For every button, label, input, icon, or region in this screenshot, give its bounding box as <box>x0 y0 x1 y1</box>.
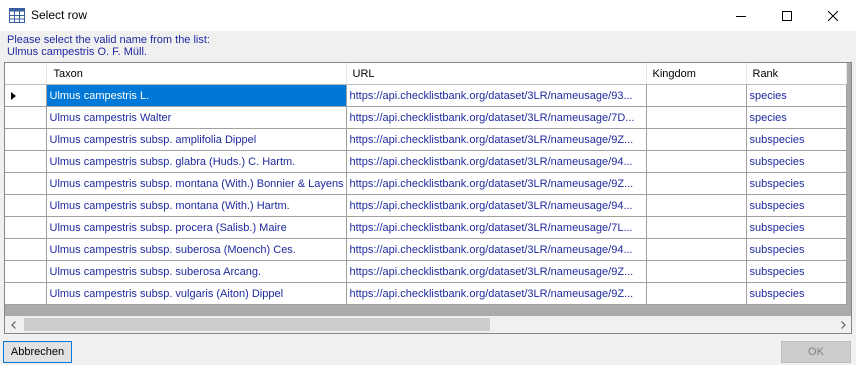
scroll-left-button[interactable] <box>5 316 22 333</box>
cell-rank[interactable]: subspecies <box>746 282 847 305</box>
cell-taxon[interactable]: Ulmus campestris subsp. montana (With.) … <box>46 172 347 195</box>
cell-kingdom[interactable] <box>646 150 747 173</box>
cell-taxon[interactable]: Ulmus campestris L. <box>46 84 347 107</box>
cell-url[interactable]: https://api.checklistbank.org/dataset/3L… <box>346 150 647 173</box>
header-row: Taxon URL Kingdom Rank <box>5 63 847 85</box>
cell-kingdom[interactable] <box>646 84 747 107</box>
cell-taxon[interactable]: Ulmus campestris subsp. procera (Salisb.… <box>46 216 347 239</box>
instruction-text: Please select the valid name from the li… <box>7 34 210 58</box>
minimize-button[interactable] <box>718 0 764 31</box>
corner-header[interactable] <box>5 63 47 85</box>
cell-rank[interactable]: subspecies <box>746 150 847 173</box>
column-header-taxon[interactable]: Taxon <box>46 63 347 85</box>
cell-url[interactable]: https://api.checklistbank.org/dataset/3L… <box>346 128 647 151</box>
table-row[interactable]: Ulmus campestris Walter https://api.check… <box>5 106 847 129</box>
current-row-arrow-icon <box>11 92 16 100</box>
column-header-rank[interactable]: Rank <box>746 63 847 85</box>
cancel-button[interactable]: Abbrechen <box>3 341 72 363</box>
cell-url[interactable]: https://api.checklistbank.org/dataset/3L… <box>346 216 647 239</box>
maximize-button[interactable] <box>764 0 810 31</box>
table-row[interactable]: Ulmus campestris subsp. glabra (Huds.) C… <box>5 150 847 173</box>
cell-kingdom[interactable] <box>646 282 747 305</box>
cell-kingdom[interactable] <box>646 172 747 195</box>
cell-taxon[interactable]: Ulmus campestris Walter <box>46 106 347 129</box>
cell-rank[interactable]: subspecies <box>746 172 847 195</box>
cell-kingdom[interactable] <box>646 238 747 261</box>
cell-kingdom[interactable] <box>646 194 747 217</box>
row-header[interactable] <box>5 172 47 195</box>
title-bar: Select row <box>0 0 856 31</box>
cell-taxon[interactable]: Ulmus campestris subsp. amplifolia Dippe… <box>46 128 347 151</box>
cell-taxon[interactable]: Ulmus campestris subsp. suberosa (Moench… <box>46 238 347 261</box>
cell-url[interactable]: https://api.checklistbank.org/dataset/3L… <box>346 238 647 261</box>
row-header[interactable] <box>5 106 47 129</box>
cell-url[interactable]: https://api.checklistbank.org/dataset/3L… <box>346 106 647 129</box>
cell-rank[interactable]: subspecies <box>746 194 847 217</box>
cell-kingdom[interactable] <box>646 216 747 239</box>
chevron-left-icon <box>10 320 16 329</box>
table-row[interactable]: Ulmus campestris subsp. montana (With.) … <box>5 172 847 195</box>
name-to-resolve: Ulmus campestris O. F. Müll. <box>7 46 147 58</box>
table-row[interactable]: Ulmus campestris L. https://api.checklist… <box>5 84 847 107</box>
cell-rank[interactable]: subspecies <box>746 216 847 239</box>
cell-rank[interactable]: species <box>746 106 847 129</box>
row-header[interactable] <box>5 260 47 283</box>
horizontal-scrollbar[interactable] <box>4 316 852 333</box>
grid-body: Ulmus campestris L. https://api.checklist… <box>5 84 847 305</box>
cell-rank[interactable]: species <box>746 84 847 107</box>
scrollbar-thumb[interactable] <box>24 318 490 331</box>
table-row[interactable]: Ulmus campestris subsp. vulgaris (Aiton)… <box>5 282 847 305</box>
cell-url[interactable]: https://api.checklistbank.org/dataset/3L… <box>346 84 647 107</box>
cell-url[interactable]: https://api.checklistbank.org/dataset/3L… <box>346 194 647 217</box>
cell-url[interactable]: https://api.checklistbank.org/dataset/3L… <box>346 172 647 195</box>
cell-url[interactable]: https://api.checklistbank.org/dataset/3L… <box>346 282 647 305</box>
table-row[interactable]: Ulmus campestris subsp. suberosa (Moench… <box>5 238 847 261</box>
grid-table: Taxon URL Kingdom Rank Ulmus campestris … <box>5 63 847 305</box>
cell-rank[interactable]: subspecies <box>746 128 847 151</box>
instruction-line: Please select the valid name from the li… <box>7 34 210 46</box>
cell-taxon[interactable]: Ulmus campestris subsp. montana (With.) … <box>46 194 347 217</box>
table-row[interactable]: Ulmus campestris subsp. suberosa Arcang.… <box>5 260 847 283</box>
cell-taxon[interactable]: Ulmus campestris subsp. vulgaris (Aiton)… <box>46 282 347 305</box>
chevron-right-icon <box>840 320 846 329</box>
window-title: Select row <box>31 8 88 22</box>
ok-button[interactable]: OK <box>781 341 851 363</box>
table-row[interactable]: Ulmus campestris subsp. amplifolia Dippe… <box>5 128 847 151</box>
row-header[interactable] <box>5 282 47 305</box>
close-icon <box>828 10 838 21</box>
row-header[interactable] <box>5 150 47 173</box>
close-button[interactable] <box>810 0 856 31</box>
cell-url[interactable]: https://api.checklistbank.org/dataset/3L… <box>346 260 647 283</box>
cell-kingdom[interactable] <box>646 106 747 129</box>
cell-kingdom[interactable] <box>646 128 747 151</box>
table-row[interactable]: Ulmus campestris subsp. montana (With.) … <box>5 194 847 217</box>
cell-taxon[interactable]: Ulmus campestris subsp. glabra (Huds.) C… <box>46 150 347 173</box>
cell-kingdom[interactable] <box>646 260 747 283</box>
table-row[interactable]: Ulmus campestris subsp. procera (Salisb.… <box>5 216 847 239</box>
cell-taxon[interactable]: Ulmus campestris subsp. suberosa Arcang. <box>46 260 347 283</box>
scroll-right-button[interactable] <box>834 316 851 333</box>
maximize-icon <box>782 10 792 21</box>
minimize-icon <box>736 15 746 17</box>
data-grid[interactable]: Taxon URL Kingdom Rank Ulmus campestris … <box>4 62 852 334</box>
column-header-kingdom[interactable]: Kingdom <box>646 63 747 85</box>
cell-rank[interactable]: subspecies <box>746 260 847 283</box>
row-header[interactable] <box>5 84 47 107</box>
row-header[interactable] <box>5 216 47 239</box>
row-header[interactable] <box>5 128 47 151</box>
row-header[interactable] <box>5 238 47 261</box>
table-grid-icon <box>9 8 25 23</box>
row-header[interactable] <box>5 194 47 217</box>
column-header-url[interactable]: URL <box>346 63 647 85</box>
cell-rank[interactable]: subspecies <box>746 238 847 261</box>
